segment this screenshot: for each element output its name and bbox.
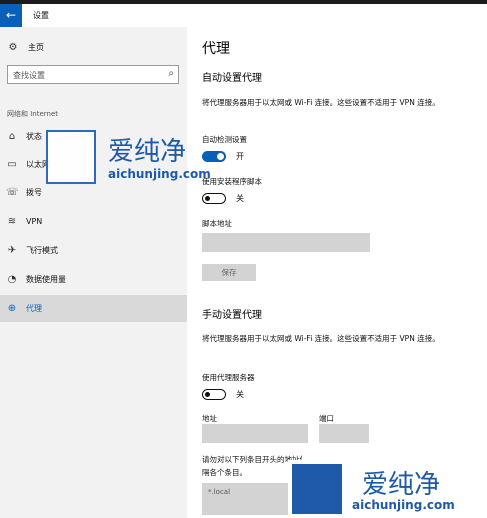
exceptions-input[interactable]: *.local: [202, 483, 288, 515]
manual-proxy-heading: 手动设置代理: [202, 310, 262, 321]
sidebar-item-label: 状态: [26, 132, 42, 141]
script-address-input[interactable]: [202, 233, 370, 252]
sidebar-item-airplane[interactable]: ✈ 飞行模式: [0, 237, 187, 264]
dialup-icon: ☏: [6, 187, 19, 198]
watermark-logo-icon: [292, 464, 342, 514]
back-button[interactable]: ←: [0, 4, 22, 27]
title-bar: ← 设置: [0, 0, 487, 27]
exceptions-description: 请勿对以下列条目开头的地址使用代理服务器。若有多个条目，请使用英文分号 (;) …: [202, 455, 302, 464]
watermark-logo-icon: [46, 130, 96, 184]
home-label: 主页: [28, 42, 44, 52]
watermark-text: 爱纯净: [362, 470, 441, 500]
data-usage-icon: ◔: [7, 274, 17, 285]
ethernet-icon: ▭: [7, 159, 17, 170]
use-proxy-toggle[interactable]: [202, 389, 226, 400]
sidebar-item-label: 数据使用量: [26, 275, 66, 284]
use-proxy-state: 关: [236, 390, 244, 399]
search-icon: ⌕: [168, 68, 174, 79]
setup-script-state: 关: [236, 194, 244, 203]
status-icon: ⌂: [8, 131, 16, 142]
search-placeholder: 查找设置: [13, 71, 45, 80]
sidebar-item-label: 代理: [26, 304, 42, 313]
watermark-bottom: 爱纯净 aichunjing.com: [288, 460, 487, 518]
address-label: 地址: [202, 414, 217, 423]
script-address-label: 脚本地址: [202, 219, 232, 228]
vpn-icon: ≋: [7, 216, 17, 227]
search-box[interactable]: 查找设置 ⌕: [7, 65, 179, 84]
sidebar-home[interactable]: ⚙ 主页: [6, 39, 44, 55]
page-title: 代理: [202, 41, 230, 57]
port-input[interactable]: [319, 424, 369, 443]
sidebar: ⚙ 主页 查找设置 ⌕ 网络和 Internet ⌂ 状态 ▭ 以太网 ☏ 拨号…: [0, 27, 211, 518]
sidebar-item-label: 拨号: [26, 188, 42, 197]
watermark-site: aichunjing.com: [352, 498, 455, 512]
section-label: 网络和 Internet: [7, 110, 59, 118]
setup-script-label: 使用安装程序脚本: [202, 177, 262, 186]
use-proxy-label: 使用代理服务器: [202, 373, 255, 382]
detect-settings-toggle[interactable]: [202, 151, 226, 162]
sidebar-item-label: VPN: [26, 217, 43, 226]
main-content: 代理 自动设置代理 将代理服务器用于以太网或 Wi-Fi 连接。这些设置不适用于…: [187, 27, 487, 518]
setup-script-toggle[interactable]: [202, 193, 226, 204]
sidebar-item-data-usage[interactable]: ◔ 数据使用量: [0, 266, 187, 293]
app-title: 设置: [33, 11, 49, 20]
sidebar-item-vpn[interactable]: ≋ VPN: [0, 208, 187, 235]
auto-proxy-heading: 自动设置代理: [202, 73, 262, 84]
port-label: 端口: [319, 414, 334, 423]
airplane-icon: ✈: [7, 245, 17, 256]
address-input[interactable]: [202, 424, 308, 443]
detect-settings-state: 开: [236, 152, 244, 161]
globe-icon: ⊕: [7, 303, 17, 314]
auto-proxy-description: 将代理服务器用于以太网或 Wi-Fi 连接。这些设置不适用于 VPN 连接。: [202, 98, 440, 107]
arrow-left-icon: ←: [5, 8, 17, 22]
manual-proxy-description: 将代理服务器用于以太网或 Wi-Fi 连接。这些设置不适用于 VPN 连接。: [202, 334, 440, 343]
gear-icon: ⚙: [8, 41, 18, 53]
sidebar-item-label: 飞行模式: [26, 246, 58, 255]
exceptions-value: *.local: [208, 488, 231, 496]
sidebar-item-proxy[interactable]: ⊕ 代理: [0, 295, 187, 322]
detect-settings-label: 自动检测设置: [202, 135, 247, 144]
watermark-text: 爱纯净: [108, 137, 187, 167]
save-button[interactable]: 保存: [202, 264, 256, 281]
